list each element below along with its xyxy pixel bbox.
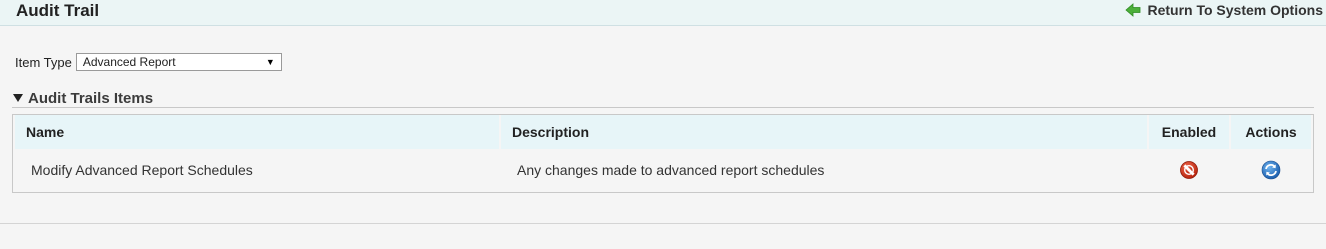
- row-name: Modify Advanced Report Schedules: [31, 162, 253, 178]
- disabled-icon[interactable]: [1179, 160, 1199, 180]
- item-type-selected-value: Advanced Report: [82, 55, 176, 69]
- header-bar: Audit Trail Return To System Options: [0, 0, 1326, 26]
- page-title: Audit Trail: [16, 1, 100, 20]
- column-header-enabled: Enabled: [1149, 115, 1229, 149]
- item-type-filter: Item Type Advanced Report ▼: [15, 53, 282, 71]
- divider: [0, 223, 1326, 224]
- audit-trails-items-toggle[interactable]: Audit Trails Items: [12, 89, 1314, 108]
- audit-items-table: Name Description Enabled Actions Modify …: [12, 114, 1314, 193]
- back-arrow-icon: [1125, 3, 1141, 17]
- table-row: Modify Advanced Report Schedules Any cha…: [15, 149, 1311, 191]
- refresh-icon[interactable]: [1261, 160, 1281, 180]
- collapse-triangle-icon: [13, 94, 23, 102]
- row-actions-cell: [1231, 149, 1311, 191]
- column-header-description: Description: [501, 115, 1147, 149]
- return-link-label: Return To System Options: [1147, 2, 1323, 18]
- item-type-select[interactable]: Advanced Report ▼: [75, 53, 282, 71]
- item-type-label: Item Type: [15, 54, 72, 70]
- section-title: Audit Trails Items: [28, 89, 154, 107]
- row-enabled-cell: [1149, 149, 1229, 191]
- column-header-actions: Actions: [1231, 115, 1311, 149]
- return-to-system-options-link[interactable]: Return To System Options: [1125, 1, 1323, 19]
- column-header-name: Name: [15, 115, 499, 149]
- dropdown-arrow-icon: ▼: [265, 57, 275, 67]
- row-description: Any changes made to advanced report sche…: [517, 162, 825, 178]
